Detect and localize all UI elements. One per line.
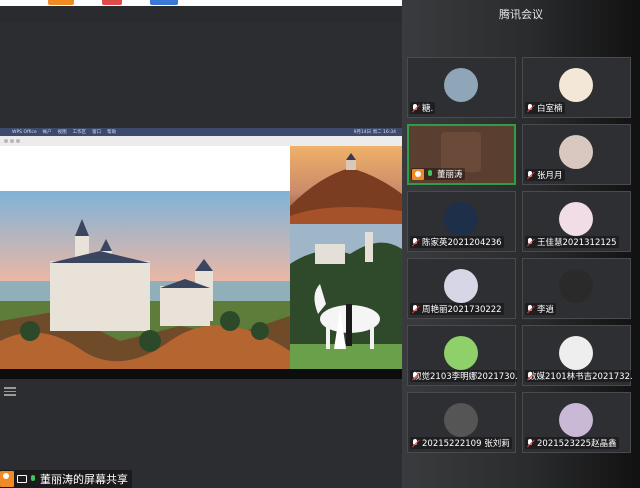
participant-name: 20215222109 张刘莉 (422, 439, 510, 449)
document-window-chrome (0, 136, 402, 146)
participant-name-tag: 糖. (410, 102, 436, 114)
window-zoom-dot (16, 139, 20, 143)
mic-muted-icon (411, 237, 420, 247)
participant-avatar (444, 403, 478, 437)
mic-on-icon (426, 169, 435, 179)
participant-name-tag: 20215222109 张刘莉 (410, 437, 512, 449)
share-side-toolbar[interactable] (4, 385, 20, 399)
window-minimize-dot (10, 139, 14, 143)
mic-muted-icon (526, 103, 535, 113)
document-blank-area (0, 146, 290, 191)
screen-share-label: 董丽涛的屏幕共享 (0, 470, 132, 488)
participant-name: 糖. (422, 104, 434, 114)
participant-name-tag: 张月月 (525, 169, 565, 181)
participant-avatar (444, 269, 478, 303)
share-label-text: 董丽涛的屏幕共享 (40, 473, 128, 486)
castle-on-hill-image (290, 146, 402, 224)
mic-muted-icon (526, 237, 535, 247)
participant-tile[interactable]: 20215222109 张刘莉 (407, 392, 516, 453)
participant-avatar (559, 403, 593, 437)
participant-tile[interactable]: 糖. (407, 57, 516, 118)
participant-name: 2021523225赵晶鑫 (537, 439, 617, 449)
participant-name: 白室楠 (537, 104, 563, 114)
participant-tile[interactable]: 周艳丽2021730222 (407, 258, 516, 319)
mic-muted-icon (526, 304, 535, 314)
mic-on-icon (29, 474, 38, 484)
participant-name: 王佳慧2021312125 (537, 238, 617, 248)
mic-muted-icon (411, 438, 420, 448)
participant-name-tag: 王佳慧2021312125 (525, 236, 619, 248)
menubar-item: 窗口 (92, 130, 102, 135)
participant-avatar (559, 269, 593, 303)
participant-name-tag: 视觉2103李明娜2021730... (410, 370, 517, 382)
participant-name: 张月月 (537, 171, 563, 181)
screen-share-icon (17, 475, 27, 483)
castle-main-image (0, 191, 290, 369)
menubar-item: 视图 (57, 130, 67, 135)
participant-name-tag: 数媒2101林书吉2021732... (525, 370, 632, 382)
app-title: 腾讯会议 (499, 8, 543, 21)
participant-name-tag: 李逍 (525, 303, 557, 315)
participant-tile[interactable]: 白室楠 (522, 57, 631, 118)
participant-avatar (444, 68, 478, 102)
participant-name-tag: 周艳丽2021730222 (410, 303, 504, 315)
wedding-photo-image (290, 224, 402, 369)
participant-avatar (559, 202, 593, 236)
participant-name: 董丽涛 (437, 170, 463, 180)
participant-name: 陈家英2021204236 (422, 238, 502, 248)
participant-name-tag: 白室楠 (525, 102, 565, 114)
participant-avatar (444, 336, 478, 370)
participant-name: 周艳丽2021730222 (422, 305, 502, 315)
share-bottom-bar (0, 369, 402, 379)
mac-menubar: WPS Office 帐户 视图 工作区 窗口 帮助 9月14日 周二 16:3… (0, 128, 402, 136)
participant-tile[interactable]: 张月月 (522, 124, 631, 185)
participant-tile[interactable]: 视觉2103李明娜2021730... (407, 325, 517, 386)
participant-avatar (559, 135, 593, 169)
participant-name-tag: 陈家英2021204236 (410, 236, 504, 248)
participant-tile[interactable]: 2021523225赵晶鑫 (522, 392, 631, 453)
participant-name-tag: 董丽涛 (411, 168, 465, 180)
menubar-app-name: WPS Office (12, 129, 37, 135)
menubar-item: 帐户 (42, 130, 52, 135)
taskbar-tab-hint (150, 0, 178, 5)
participant-tile[interactable]: 陈家英2021204236 (407, 191, 516, 252)
participant-avatar (444, 202, 478, 236)
participant-tile[interactable]: 数媒2101林书吉2021732... (522, 325, 632, 386)
taskbar-tab-hint (102, 0, 122, 5)
menubar-clock: 9月14日 周二 16:34 (353, 130, 396, 135)
taskbar-tab-hint (48, 0, 74, 5)
host-icon (412, 168, 424, 180)
menubar-item: 工作区 (72, 130, 87, 135)
mic-muted-icon (526, 438, 535, 448)
participant-name-tag: 2021523225赵晶鑫 (525, 437, 619, 449)
participant-tile[interactable]: 董丽涛 (407, 124, 516, 185)
participant-tile[interactable]: 李逍 (522, 258, 631, 319)
window-close-dot (4, 139, 8, 143)
participant-avatar (559, 68, 593, 102)
mic-muted-icon (526, 170, 535, 180)
mic-muted-icon (411, 103, 420, 113)
host-icon (0, 471, 14, 487)
participant-name: 视觉2103李明娜2021730... (413, 372, 517, 382)
participant-name: 李逍 (537, 305, 555, 315)
mic-muted-icon (411, 304, 420, 314)
participant-avatar (559, 336, 593, 370)
menubar-item: 帮助 (107, 130, 117, 135)
participant-tile[interactable]: 王佳慧2021312125 (522, 191, 631, 252)
participant-avatar (441, 132, 481, 172)
participant-name: 数媒2101林书吉2021732... (528, 372, 632, 382)
